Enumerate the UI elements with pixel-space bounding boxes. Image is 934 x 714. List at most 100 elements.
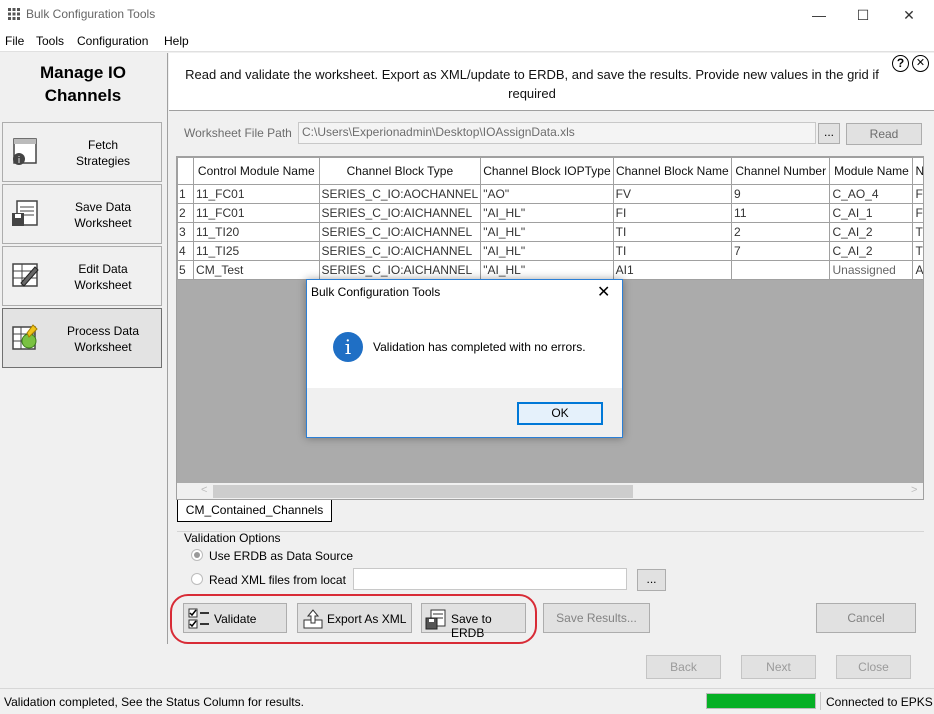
menu-bar: File Tools Configuration Help (0, 30, 934, 52)
fetch-strategies-button[interactable]: i Fetch Strategies (2, 122, 162, 182)
table-cell[interactable]: "AI_HL" (480, 203, 614, 223)
column-header[interactable]: Control Module Name (193, 157, 320, 185)
table-cell[interactable]: CM_Test (193, 260, 320, 280)
table-cell[interactable]: SERIES_C_IO:AICHANNEL (318, 241, 482, 261)
title-bar: Bulk Configuration Tools — ☐ ✕ (0, 0, 934, 30)
close-panel-icon[interactable]: ✕ (912, 55, 929, 72)
sheet-tab[interactable]: CM_Contained_Channels (177, 500, 332, 522)
table-cell[interactable] (731, 260, 831, 280)
column-header[interactable]: Ne (912, 157, 923, 185)
scroll-right-icon[interactable]: > (911, 484, 917, 496)
table-cell[interactable]: SERIES_C_IO:AOCHANNEL (318, 184, 482, 204)
instruction-text: Read and validate the worksheet. Export … (185, 67, 879, 101)
xml-source-label[interactable]: Read XML files from locat (209, 573, 346, 587)
table-cell[interactable]: TI (612, 241, 733, 261)
table-row[interactable]: 1 11_FC01 SERIES_C_IO:AOCHANNEL "AO" FV … (177, 184, 923, 204)
table-cell[interactable]: TI (912, 222, 923, 242)
sidebar-title-line1: Manage IO (40, 63, 126, 82)
table-cell[interactable]: SERIES_C_IO:AICHANNEL (318, 222, 482, 242)
browse-xml-button[interactable]: ... (637, 569, 666, 591)
corner-header (177, 157, 195, 185)
close-button[interactable]: Close (836, 655, 911, 679)
sidebar-title: Manage IO Channels (0, 61, 166, 107)
browse-worksheet-button[interactable]: ... (818, 123, 840, 144)
table-cell[interactable]: C_AI_2 (829, 241, 914, 261)
table-cell[interactable]: FI (912, 203, 923, 223)
status-bar: Validation completed, See the Status Col… (0, 688, 934, 714)
table-cell[interactable]: AI1 (612, 260, 733, 280)
table-cell[interactable]: C_AI_2 (829, 222, 914, 242)
table-row[interactable]: 5 CM_Test SERIES_C_IO:AICHANNEL "AI_HL" … (177, 260, 923, 280)
table-cell[interactable]: C_AO_4 (829, 184, 914, 204)
table-cell[interactable]: TI (612, 222, 733, 242)
maximize-button[interactable]: ☐ (840, 0, 886, 30)
table-cell[interactable]: "AI_HL" (480, 260, 614, 280)
table-cell[interactable]: FI (612, 203, 733, 223)
table-cell[interactable]: "AO" (480, 184, 614, 204)
table-cell[interactable]: 11_TI25 (193, 241, 320, 261)
window-title: Bulk Configuration Tools (26, 7, 156, 21)
table-cell[interactable]: FV (912, 184, 923, 204)
close-window-button[interactable]: ✕ (886, 0, 932, 30)
table-cell[interactable]: C_AI_1 (829, 203, 914, 223)
horizontal-scrollbar[interactable]: < > (177, 483, 923, 499)
xml-source-radio[interactable] (191, 573, 203, 585)
menu-tools[interactable]: Tools (36, 34, 64, 48)
xml-path-input[interactable] (353, 568, 627, 590)
row-number: 3 (177, 222, 195, 242)
dialog-message: Validation has completed with no errors. (373, 340, 586, 354)
edit-data-worksheet-button[interactable]: Edit Data Worksheet (2, 246, 162, 306)
table-cell[interactable]: TI (912, 241, 923, 261)
table-cell[interactable]: 9 (731, 184, 831, 204)
menu-configuration[interactable]: Configuration (77, 34, 148, 48)
table-row[interactable]: 3 11_TI20 SERIES_C_IO:AICHANNEL "AI_HL" … (177, 222, 923, 242)
back-button[interactable]: Back (646, 655, 721, 679)
progress-bar (706, 693, 816, 709)
app-icon (7, 8, 21, 20)
table-cell[interactable]: 11_FC01 (193, 203, 320, 223)
save-data-icon (12, 200, 38, 226)
table-cell[interactable]: 7 (731, 241, 831, 261)
erdb-source-label[interactable]: Use ERDB as Data Source (209, 549, 353, 563)
table-cell[interactable]: FV (612, 184, 733, 204)
menu-file[interactable]: File (5, 34, 24, 48)
column-header[interactable]: Module Name (829, 157, 914, 185)
table-cell[interactable]: AI1 (912, 260, 923, 280)
save-results-button[interactable]: Save Results... (543, 603, 650, 633)
ok-button[interactable]: OK (517, 402, 603, 425)
column-header[interactable]: Channel Number (731, 157, 831, 185)
process-data-worksheet-button[interactable]: Process Data Worksheet (2, 308, 162, 368)
table-cell[interactable]: "AI_HL" (480, 222, 614, 242)
save-data-worksheet-button[interactable]: Save Data Worksheet (2, 184, 162, 244)
help-icon[interactable]: ? (892, 55, 909, 72)
table-cell[interactable]: 11_TI20 (193, 222, 320, 242)
minimize-button[interactable]: — (796, 0, 842, 30)
status-divider (820, 692, 821, 710)
instruction-header: Read and validate the worksheet. Export … (169, 53, 934, 111)
column-header[interactable]: Channel Block Name (612, 157, 733, 185)
scroll-thumb[interactable] (213, 485, 633, 498)
table-cell[interactable]: Unassigned (829, 260, 914, 280)
dialog-close-button[interactable]: ✕ (597, 282, 610, 302)
row-number: 5 (177, 260, 195, 280)
read-button[interactable]: Read (846, 123, 922, 145)
worksheet-path-input[interactable]: C:\Users\Experionadmin\Desktop\IOAssignD… (298, 122, 816, 144)
table-cell[interactable]: SERIES_C_IO:AICHANNEL (318, 260, 482, 280)
column-header[interactable]: Channel Block IOPType (480, 157, 614, 185)
next-button[interactable]: Next (741, 655, 816, 679)
table-cell[interactable]: 11 (731, 203, 831, 223)
message-dialog: Bulk Configuration Tools ✕ i Validation … (306, 279, 623, 438)
menu-help[interactable]: Help (164, 34, 189, 48)
erdb-source-radio[interactable] (191, 549, 203, 561)
cancel-button[interactable]: Cancel (816, 603, 916, 633)
table-cell[interactable]: SERIES_C_IO:AICHANNEL (318, 203, 482, 223)
table-row[interactable]: 2 11_FC01 SERIES_C_IO:AICHANNEL "AI_HL" … (177, 203, 923, 223)
row-number: 2 (177, 203, 195, 223)
table-row[interactable]: 4 11_TI25 SERIES_C_IO:AICHANNEL "AI_HL" … (177, 241, 923, 261)
scroll-left-icon[interactable]: < (201, 484, 207, 496)
table-cell[interactable]: 2 (731, 222, 831, 242)
table-cell[interactable]: "AI_HL" (480, 241, 614, 261)
fetch-strategies-label: Fetch Strategies (75, 138, 131, 168)
column-header[interactable]: Channel Block Type (318, 157, 482, 185)
table-cell[interactable]: 11_FC01 (193, 184, 320, 204)
